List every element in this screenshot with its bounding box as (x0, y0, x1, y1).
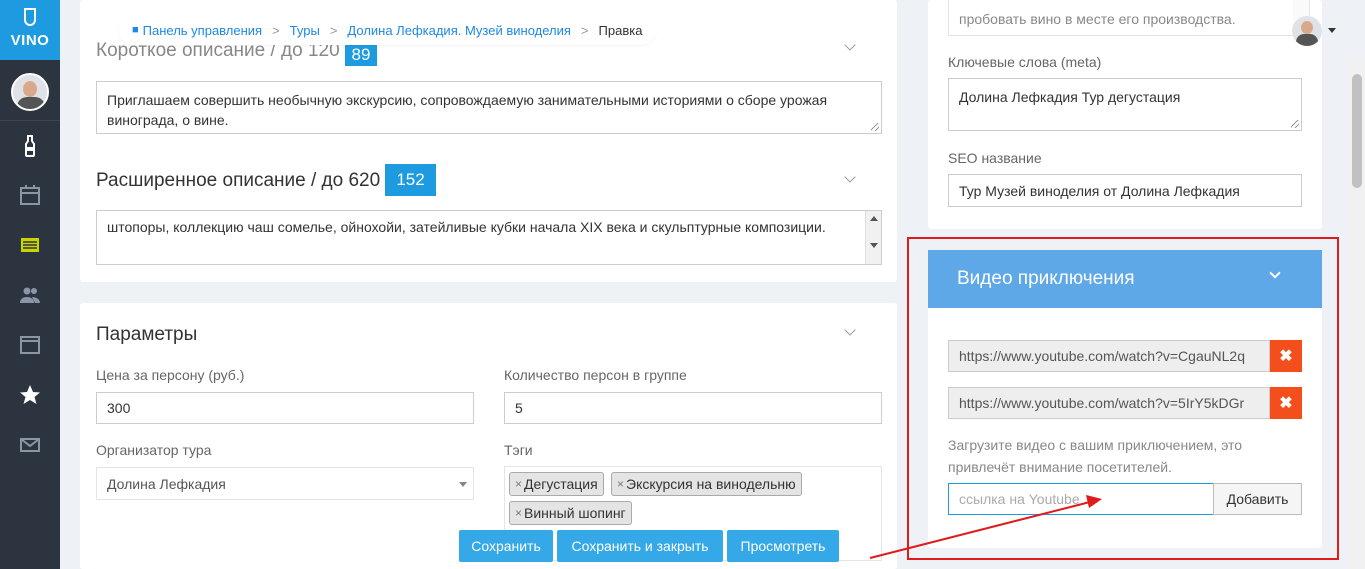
video-url-field: https://www.youtube.com/watch?v=CgauNL2q (948, 340, 1270, 372)
textarea-scrollbar[interactable] (865, 211, 881, 264)
long-desc-textarea[interactable]: штопоры, коллекцию чаш сомелье, ойнохойи… (96, 210, 882, 265)
tag-chip[interactable]: × Винный шопинг (509, 501, 632, 525)
breadcrumb-separator-icon: > (272, 22, 280, 38)
group-size-input[interactable]: 5 (504, 392, 882, 424)
organizer-select[interactable]: Долина Лефкадия (96, 467, 474, 500)
long-desc-heading: Расширенное описание / до 620 (96, 170, 381, 191)
resize-handle-icon[interactable] (1291, 120, 1299, 128)
calendar-icon[interactable] (18, 183, 42, 207)
sidebar: VINO (0, 0, 60, 569)
logo-text: VINO (10, 32, 50, 49)
breadcrumb-separator-icon: > (580, 22, 589, 38)
tag-chip[interactable]: × Дегустация (509, 472, 604, 496)
chevron-down-icon[interactable] (844, 39, 856, 51)
page-scrollbar[interactable] (1349, 60, 1365, 569)
video-heading: Видео приключения (957, 268, 1135, 289)
short-desc-count: 89 (345, 44, 377, 66)
chevron-down-icon[interactable] (1328, 28, 1336, 33)
sidebar-divider (0, 120, 60, 121)
list-icon[interactable] (18, 233, 42, 257)
chevron-down-icon[interactable] (1269, 267, 1281, 279)
seo-title-label: SEO название (948, 150, 1042, 166)
mail-icon[interactable] (18, 433, 42, 457)
logo[interactable]: VINO (0, 0, 60, 60)
seo-title-input[interactable]: Тур Музей виноделия от Долина Лефкадия (948, 174, 1302, 207)
breadcrumb-tours[interactable]: Туры (290, 23, 320, 38)
price-label: Цена за персону (руб.) (96, 367, 245, 383)
seo-panel: пробовать вино в месте его производства.… (928, 0, 1322, 229)
sidebar-avatar[interactable] (11, 73, 49, 111)
scrollbar-thumb[interactable] (1352, 74, 1362, 188)
save-close-button[interactable]: Сохранить и закрыть (557, 530, 723, 562)
add-video-button[interactable]: Добавить (1213, 483, 1302, 515)
wine-bottle-icon[interactable] (18, 134, 42, 158)
seo-description-textarea[interactable]: пробовать вино в месте его производства. (948, 0, 1310, 36)
params-heading: Параметры (96, 324, 198, 345)
wine-glass-icon (24, 8, 36, 26)
users-icon[interactable] (18, 283, 42, 307)
tags-label: Тэги (504, 442, 533, 458)
price-input[interactable]: 300 (96, 392, 474, 424)
remove-tag-icon[interactable]: × (515, 477, 522, 491)
breadcrumb-tour[interactable]: Долина Лефкадия. Музей виноделия (347, 23, 571, 38)
breadcrumb-dashboard[interactable]: Панель управления (143, 23, 262, 38)
group-size-label: Количество персон в группе (504, 367, 687, 383)
breadcrumb-separator-icon: > (329, 22, 338, 38)
star-icon[interactable] (18, 383, 42, 407)
delete-video-button[interactable]: ✖ (1270, 340, 1302, 372)
keywords-label: Ключевые слова (meta) (948, 54, 1102, 70)
youtube-url-input[interactable]: ссылка на Youtube (948, 483, 1214, 515)
chevron-down-icon[interactable] (844, 324, 856, 336)
window-icon[interactable] (18, 333, 42, 357)
video-panel-header[interactable]: Видео приключения (928, 250, 1322, 308)
resize-handle-icon[interactable] (871, 123, 879, 131)
dashboard-icon: ■ (132, 24, 139, 36)
delete-video-button[interactable]: ✖ (1270, 387, 1302, 419)
tag-chip[interactable]: × Экскурсия на винодельню (611, 472, 802, 496)
remove-tag-icon[interactable]: × (617, 477, 624, 491)
video-url-field: https://www.youtube.com/watch?v=5IrY5kDG… (948, 387, 1270, 419)
save-button[interactable]: Сохранить (459, 530, 553, 562)
chevron-down-icon (459, 482, 467, 487)
short-desc-textarea[interactable]: Приглашаем совершить необычную экскурсию… (96, 81, 882, 134)
breadcrumb-current: Правка (598, 22, 643, 38)
organizer-label: Организатор тура (96, 442, 212, 458)
preview-button[interactable]: Просмотреть (727, 530, 839, 562)
remove-tag-icon[interactable]: × (515, 506, 522, 520)
chevron-down-icon[interactable] (844, 171, 856, 183)
user-avatar[interactable] (1292, 16, 1322, 46)
video-hint: Загрузите видео с вашим приключением, эт… (948, 437, 1243, 475)
keywords-textarea[interactable]: Долина Лефкадия Тур дегустация (948, 78, 1302, 131)
breadcrumb: ■ Панель управления > Туры > Долина Лефк… (118, 15, 657, 45)
long-desc-count: 152 (385, 164, 436, 196)
